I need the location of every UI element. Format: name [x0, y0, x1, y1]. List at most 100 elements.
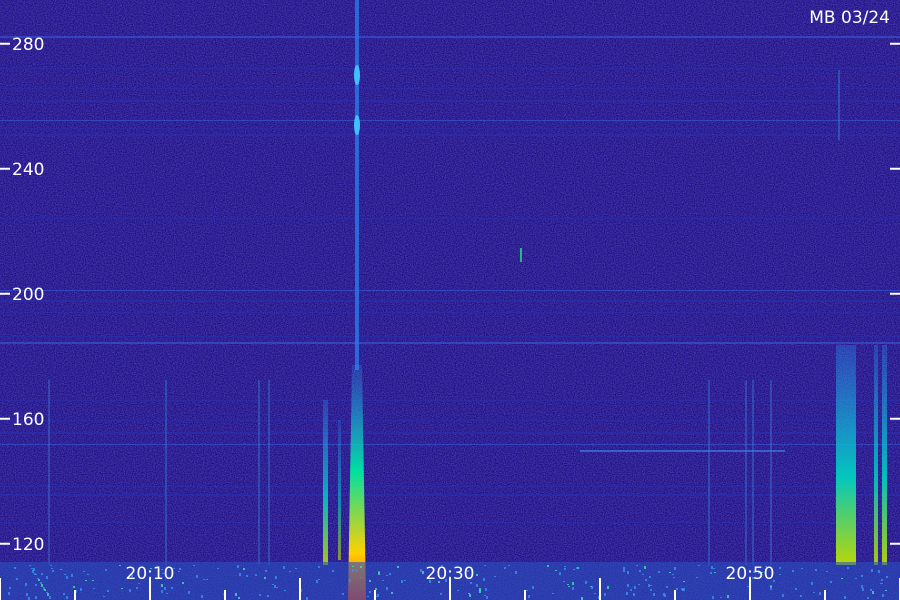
- noise-speck: [672, 574, 674, 575]
- noise-speck: [121, 588, 123, 589]
- noise-speck: [318, 566, 320, 568]
- noise-speck: [795, 588, 797, 590]
- noise-speck: [712, 596, 714, 599]
- noise-speck: [710, 572, 712, 574]
- noise-speck: [563, 581, 565, 582]
- noise-speck: [683, 581, 685, 582]
- noise-speck: [289, 571, 291, 572]
- noise-speck: [844, 596, 846, 599]
- noise-speck: [650, 585, 652, 586]
- noise-speck: [862, 588, 864, 591]
- noise-speck: [792, 570, 794, 572]
- interference-band: [0, 522, 900, 523]
- noise-speck: [276, 587, 278, 588]
- noise-speck: [66, 596, 68, 599]
- noise-speck: [243, 568, 245, 570]
- burst-trace: [323, 400, 328, 565]
- noise-speck: [830, 581, 832, 583]
- noise-speck: [559, 572, 561, 575]
- noise-speck: [642, 574, 644, 575]
- noise-speck: [52, 570, 54, 572]
- noise-speck: [26, 593, 28, 596]
- noise-speck: [515, 571, 517, 574]
- noise-speck: [681, 588, 683, 590]
- noise-speck: [623, 567, 625, 570]
- noise-speck: [639, 570, 641, 572]
- noise-speck: [382, 580, 384, 581]
- interference-band: [0, 494, 900, 496]
- noise-speck: [494, 576, 496, 577]
- burst-trace: [355, 0, 359, 370]
- noise-speck: [782, 594, 784, 597]
- noise-speck: [161, 584, 163, 587]
- noise-speck: [813, 592, 815, 593]
- noise-speck: [49, 596, 51, 599]
- noise-speck: [666, 586, 668, 588]
- noise-speck: [572, 587, 574, 590]
- noise-speck: [885, 590, 887, 591]
- noise-speck: [636, 565, 638, 566]
- noise-speck: [16, 578, 18, 580]
- interference-band: [0, 134, 900, 136]
- noise-speck: [881, 579, 883, 581]
- noise-speck: [871, 569, 873, 572]
- noise-speck: [179, 568, 181, 570]
- noise-speck: [80, 588, 82, 591]
- noise-speck: [720, 597, 722, 598]
- noise-speck: [63, 593, 65, 595]
- noise-speck: [44, 589, 46, 591]
- noise-speck: [83, 571, 85, 572]
- noise-speck: [564, 566, 566, 567]
- noise-speck: [47, 593, 49, 596]
- noise-speck: [64, 574, 66, 575]
- noise-speck: [696, 577, 698, 578]
- noise-speck: [397, 566, 399, 568]
- noise-speck: [272, 584, 274, 585]
- noise-speck: [528, 595, 530, 598]
- noise-speck: [386, 575, 388, 576]
- noise-speck: [316, 580, 318, 583]
- noise-speck: [801, 568, 803, 569]
- noise-speck: [483, 578, 485, 581]
- noise-speck: [468, 593, 470, 594]
- noise-speck: [40, 582, 42, 584]
- burst-spot: [354, 65, 360, 85]
- noise-speck: [35, 584, 37, 586]
- noise-speck: [422, 571, 424, 574]
- noise-speck: [275, 576, 277, 579]
- noise-speck: [401, 580, 403, 583]
- noise-speck: [727, 595, 729, 598]
- noise-speck: [880, 583, 882, 584]
- noise-speck: [295, 568, 297, 569]
- noise-speck: [92, 580, 94, 581]
- y-tick-label: 240: [12, 160, 44, 180]
- noise-speck: [237, 565, 239, 568]
- noise-speck: [872, 591, 874, 594]
- noise-speck: [188, 591, 190, 594]
- noise-speck: [51, 568, 53, 569]
- noise-speck: [377, 594, 379, 597]
- noise-speck: [85, 580, 87, 581]
- interference-band: [0, 290, 900, 291]
- noise-speck: [31, 568, 33, 569]
- noise-speck: [607, 586, 609, 589]
- noise-speck: [664, 594, 666, 597]
- noise-speck: [698, 565, 700, 566]
- noise-speck: [41, 584, 43, 587]
- noise-speck: [504, 567, 506, 569]
- noise-speck: [567, 584, 569, 585]
- noise-speck: [815, 569, 817, 571]
- noise-speck: [469, 594, 471, 597]
- noise-speck: [267, 595, 269, 597]
- noise-speck: [203, 579, 205, 580]
- interference-band: [580, 450, 785, 452]
- noise-speck: [648, 584, 650, 587]
- noise-speck: [627, 584, 629, 587]
- noise-speck: [93, 588, 95, 589]
- noise-speck: [25, 583, 27, 586]
- noise-speck: [196, 575, 198, 578]
- noise-speck: [658, 571, 660, 573]
- noise-speck: [484, 595, 486, 596]
- noise-speck: [476, 574, 478, 576]
- noise-speck: [420, 569, 422, 572]
